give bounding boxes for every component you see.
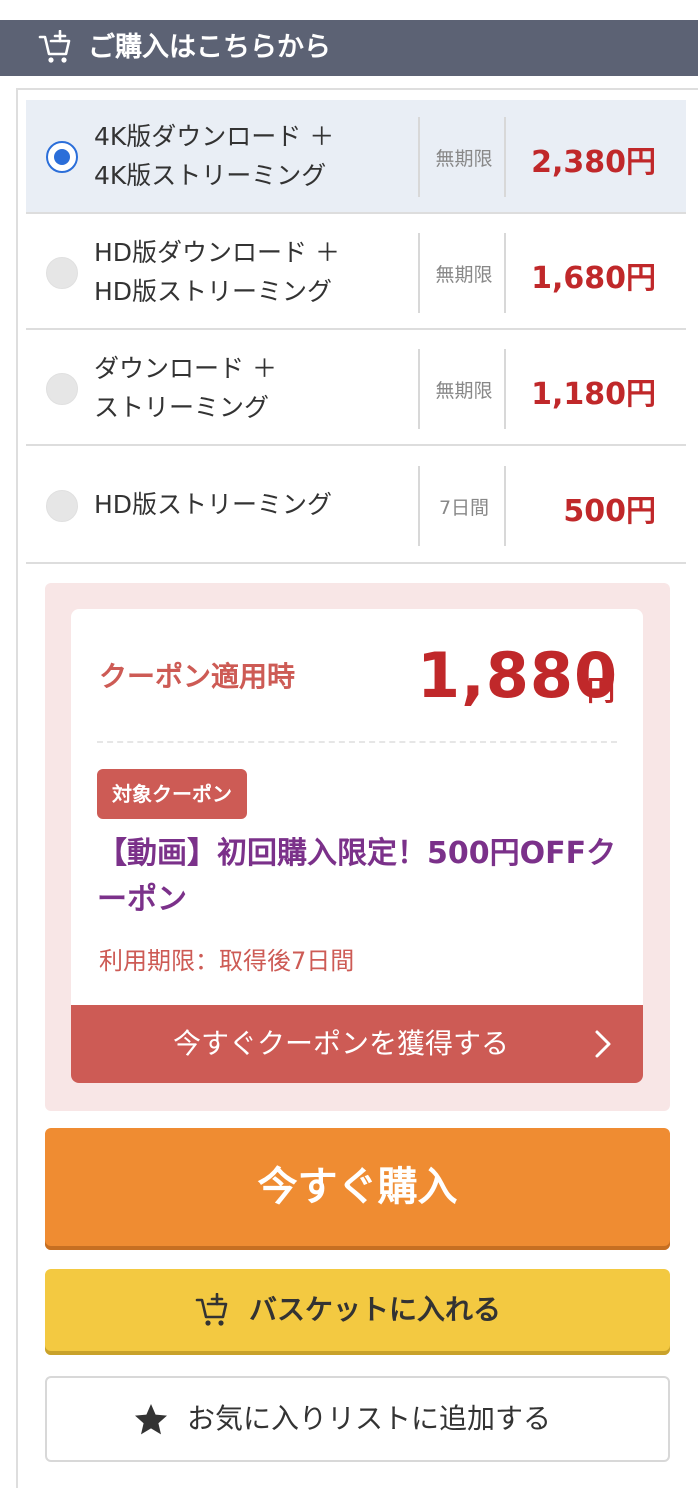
option-name-line1: ダウンロード ＋: [94, 354, 277, 383]
option-radio[interactable]: [46, 373, 78, 405]
option-name-line2: HD版ストリーミング: [94, 277, 333, 306]
get-coupon-label: 今すぐクーポンを獲得する: [173, 1027, 510, 1060]
option-price: 1,680円: [531, 261, 656, 296]
purchase-option-standard[interactable]: ダウンロード ＋ ストリーミング 無期限 1,180円: [26, 332, 686, 446]
option-name: HD版ストリーミング: [94, 490, 333, 519]
option-radio[interactable]: [46, 141, 78, 173]
coupon-card: クーポン適用時 1,880 円 対象クーポン 【動画】初回購入限定！500円OF…: [71, 609, 643, 1083]
purchase-option-hd-streaming[interactable]: HD版ストリーミング 7日間 500円: [26, 448, 686, 564]
option-divider: [504, 466, 506, 546]
option-period: 無期限: [435, 380, 493, 402]
header-title: ご購入はこちらから: [88, 32, 331, 63]
option-divider: [504, 349, 506, 429]
option-price: 500円: [563, 494, 656, 529]
option-period: 無期限: [435, 264, 493, 286]
option-name-line1: 4K版ダウンロード ＋: [94, 122, 335, 151]
coupon-badge: 対象クーポン: [97, 769, 247, 819]
chevron-right-icon: [595, 1030, 611, 1058]
add-to-basket-label: バスケットに入れる: [249, 1293, 502, 1326]
option-price: 2,380円: [531, 145, 656, 180]
option-name-line2: ストリーミング: [94, 393, 270, 422]
option-divider: [418, 349, 420, 429]
star-icon: [135, 1404, 167, 1435]
option-price: 1,180円: [531, 377, 656, 412]
option-name-line1: HD版ダウンロード ＋: [94, 238, 340, 267]
purchase-option-hd[interactable]: HD版ダウンロード ＋ HD版ストリーミング 無期限 1,680円: [26, 216, 686, 330]
coupon-applied-label: クーポン適用時: [99, 660, 296, 693]
purchase-header: ご購入はこちらから: [0, 20, 698, 76]
option-divider: [418, 117, 420, 197]
cart-add-icon: [195, 1293, 228, 1326]
option-radio[interactable]: [46, 490, 78, 522]
coupon-price-unit: 円: [587, 674, 616, 707]
option-period: 無期限: [435, 148, 493, 170]
add-to-favorites-button[interactable]: お気に入りリストに追加する: [45, 1376, 670, 1462]
cart-add-icon: [38, 30, 71, 63]
option-name-line2: 4K版ストリーミング: [94, 161, 327, 190]
option-divider: [418, 466, 420, 546]
coupon-expiry: 利用期限：取得後7日間: [99, 947, 355, 975]
option-divider: [504, 117, 506, 197]
get-coupon-button[interactable]: 今すぐクーポンを獲得する: [71, 1005, 643, 1083]
add-to-basket-button[interactable]: バスケットに入れる: [45, 1269, 670, 1355]
option-radio[interactable]: [46, 257, 78, 289]
buy-now-button[interactable]: 今すぐ購入: [45, 1128, 670, 1250]
purchase-option-4k[interactable]: 4K版ダウンロード ＋ 4K版ストリーミング 無期限 2,380円: [26, 100, 686, 214]
option-divider: [418, 233, 420, 313]
coupon-divider: [97, 741, 617, 743]
coupon-title: 【動画】初回購入限定！500円OFFクーポン: [97, 836, 617, 917]
option-divider: [504, 233, 506, 313]
option-period: 7日間: [438, 497, 490, 519]
add-to-favorites-label: お気に入りリストに追加する: [187, 1402, 552, 1435]
coupon-section: クーポン適用時 1,880 円 対象クーポン 【動画】初回購入限定！500円OF…: [45, 583, 670, 1111]
